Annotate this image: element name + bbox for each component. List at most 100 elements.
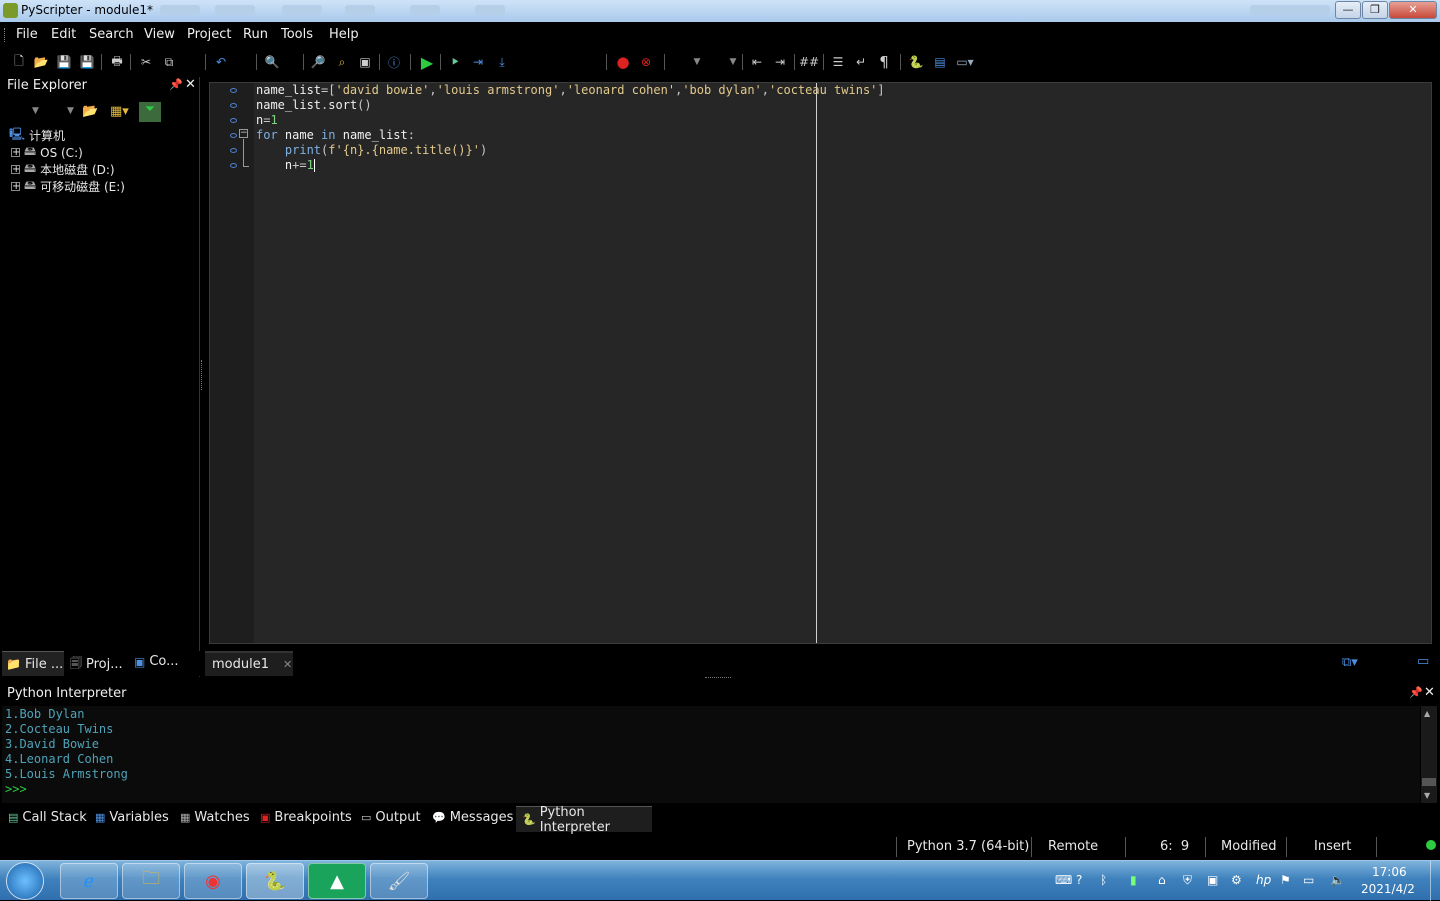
find-icon[interactable]: 🔍 [263, 53, 281, 71]
menu-tools[interactable]: Tools [281, 27, 313, 42]
run-icon[interactable]: ▶ [418, 53, 436, 72]
close-icon[interactable]: ✕ [185, 77, 196, 92]
scroll-down-icon[interactable]: ▼ [1424, 791, 1430, 800]
maximize-button[interactable]: ❐ [1362, 1, 1388, 19]
minimize-button[interactable]: — [1335, 1, 1361, 19]
menu-project[interactable]: Project [187, 27, 231, 42]
expand-icon[interactable]: + [11, 182, 20, 192]
start-button[interactable] [6, 862, 44, 900]
shield-icon[interactable]: ⛨ [1183, 873, 1192, 888]
undo-icon[interactable]: ↶ [212, 53, 230, 71]
window-icon[interactable]: ▭▾ [956, 53, 974, 71]
pin-icon[interactable]: 📌 [169, 78, 183, 91]
tab-output[interactable]: ▭ Output [361, 810, 421, 825]
volume-icon[interactable]: 🔈 [1330, 873, 1345, 887]
battery-icon[interactable]: ▮ [1130, 873, 1137, 887]
display-icon[interactable]: ▣ [1207, 873, 1218, 887]
tree-item-drive-e[interactable]: + 🖴 可移动磁盘 (E:) [11, 178, 125, 195]
tab-variables[interactable]: ▦ Variables [95, 810, 169, 825]
tab-call-stack[interactable]: ▤ Call Stack [8, 810, 87, 825]
code-line[interactable]: name_list=['david bowie','louis armstron… [256, 83, 885, 98]
code-line[interactable]: n=1 [256, 113, 885, 128]
cut-icon[interactable]: ✂ [137, 53, 155, 71]
filter-icon[interactable]: ⏷ [139, 102, 161, 122]
scroll-up-icon[interactable]: ▲ [1424, 709, 1430, 718]
paint-icon[interactable]: 🖌 [370, 863, 428, 899]
menu-edit[interactable]: Edit [51, 27, 76, 42]
python-version[interactable]: Python 3.7 (64-bit) [907, 839, 1029, 854]
pilcrow-icon[interactable]: ¶ [875, 53, 893, 71]
tab-python-interpreter[interactable]: 🐍 Python Interpreter [516, 805, 652, 835]
help-icon[interactable]: ? [1076, 873, 1082, 887]
find-in-files-icon[interactable]: 🔎 [309, 53, 327, 71]
tab-file-explorer[interactable]: 📁 File ... [2, 651, 64, 676]
find-next-icon[interactable]: ▣ [356, 53, 374, 71]
monitor-icon[interactable]: ▭ [1303, 873, 1314, 887]
word-wrap-icon[interactable]: ↵ [852, 53, 870, 71]
interpreter-console[interactable]: 1.Bob Dylan 2.Cocteau Twins 3.David Bowi… [2, 706, 1420, 803]
scrollbar-thumb[interactable] [1422, 778, 1436, 786]
expand-icon[interactable]: + [11, 148, 20, 158]
menu-help[interactable]: Help [329, 27, 359, 42]
forward-dropdown-icon[interactable]: ▼ [67, 106, 74, 116]
menu-run[interactable]: Run [243, 27, 268, 42]
flag-icon[interactable]: ⚑ [1280, 873, 1291, 887]
code-text[interactable]: name_list=['david bowie','louis armstron… [256, 83, 885, 173]
tab-messages[interactable]: 💬 Messages [432, 810, 513, 825]
indent-icon[interactable]: ⇤ [748, 53, 766, 71]
splitter-handle[interactable] [705, 677, 731, 680]
step-into-icon[interactable]: ⇥ [469, 53, 487, 71]
prompt[interactable]: >>> [5, 782, 1417, 797]
menu-view[interactable]: View [144, 27, 175, 42]
internet-explorer-icon[interactable]: ℯ [60, 863, 118, 899]
network-icon[interactable]: ⌂ [1158, 873, 1166, 887]
tab-watches[interactable]: ▦ Watches [180, 810, 250, 825]
menu-search[interactable]: Search [89, 27, 134, 42]
code-line[interactable]: name_list.sort() [256, 98, 885, 113]
interpreter-scrollbar[interactable]: ▲ ▼ [1421, 706, 1437, 803]
code-line[interactable]: print(f'{n}.{name.title()}') [256, 143, 885, 158]
new-file-icon[interactable]: 🗋 [10, 53, 28, 71]
save-icon[interactable]: 💾 [55, 53, 73, 71]
code-line[interactable]: for name in name_list: [256, 128, 885, 143]
back-dropdown-icon[interactable]: ▼ [32, 106, 39, 116]
clock-time[interactable]: 17:06 [1372, 865, 1407, 879]
expand-icon[interactable]: + [11, 165, 20, 175]
pyscripter-taskbar-icon[interactable]: 🐍 [246, 863, 304, 899]
view-menu-icon[interactable]: ▦▾ [110, 104, 129, 119]
tab-module1[interactable]: module1 ✕ [205, 651, 293, 676]
list-icon[interactable]: ☰ [829, 53, 847, 71]
print-icon[interactable]: 🖶 [108, 53, 126, 71]
folder-up-icon[interactable]: 📂 [82, 104, 98, 119]
bluetooth-icon[interactable]: ᛒ [1100, 873, 1107, 887]
info-icon[interactable]: ⓘ [385, 53, 403, 71]
layout-icon[interactable]: ▤ [931, 53, 949, 71]
python-icon[interactable]: 🐍 [907, 53, 925, 71]
close-icon[interactable]: ✕ [1424, 685, 1435, 700]
keyboard-icon[interactable]: ⌨ [1055, 873, 1072, 887]
step-over-icon[interactable]: ⤓ [493, 53, 511, 71]
hp-icon[interactable]: hp [1256, 873, 1271, 887]
chevron-down-icon[interactable]: ▼ [724, 53, 742, 71]
breakpoint-icon[interactable]: ● [614, 53, 632, 71]
menu-file[interactable]: File [16, 27, 38, 42]
close-button[interactable]: ✕ [1389, 1, 1437, 19]
engine-type[interactable]: Remote [1048, 839, 1098, 854]
close-tab-icon[interactable]: ✕ [283, 658, 292, 671]
pin-icon[interactable]: 📌 [1409, 686, 1423, 699]
comment-icon[interactable]: ## [799, 53, 819, 71]
save-all-icon[interactable]: 💾 [78, 53, 96, 71]
tab-code-explorer[interactable]: ▣ Co... [134, 654, 179, 669]
file-explorer-icon[interactable]: 🗀 [122, 863, 180, 899]
clock-date[interactable]: 2021/4/2 [1361, 882, 1415, 896]
dedent-icon[interactable]: ⇥ [771, 53, 789, 71]
tab-list-icon[interactable]: ⧉▾ [1342, 655, 1358, 670]
device-icon[interactable]: ⚙ [1231, 873, 1242, 887]
fold-collapse-icon[interactable]: − [239, 129, 248, 138]
replace-icon[interactable]: ⌕ [333, 53, 351, 71]
clear-breakpoints-icon[interactable]: ⊗ [637, 53, 655, 71]
splitter-handle[interactable] [201, 360, 204, 390]
code-line[interactable]: n+=1 [256, 158, 885, 173]
pdf-app-icon[interactable]: ▲ [308, 863, 366, 899]
chrome-icon[interactable]: ◉ [184, 863, 242, 899]
